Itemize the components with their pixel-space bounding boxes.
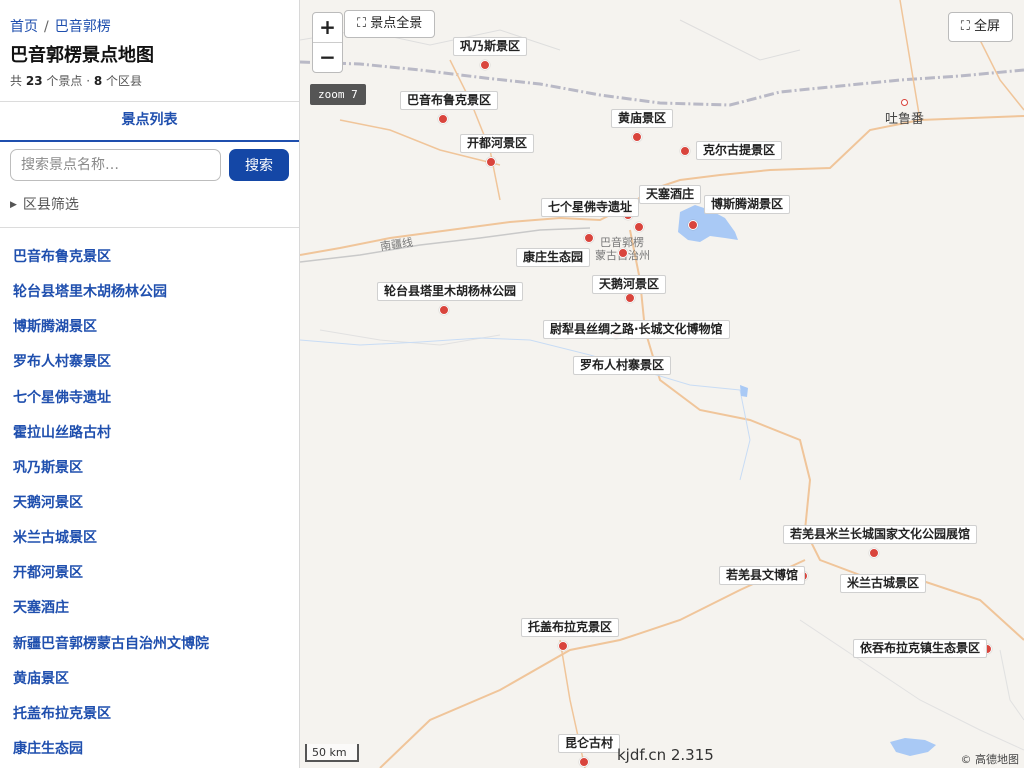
place-list-item[interactable]: 巴音布鲁克景区 — [0, 240, 299, 275]
map-marker[interactable] — [618, 248, 628, 258]
map-label[interactable]: 黄庙景区 — [611, 109, 674, 128]
breadcrumb-separator: / — [44, 19, 49, 35]
map-marker[interactable] — [486, 157, 496, 167]
spot-unit: 个景点 · — [46, 74, 91, 88]
stats-prefix: 共 — [10, 74, 23, 88]
place-list-item[interactable]: 开都河景区 — [0, 556, 299, 591]
zoom-control: + − — [312, 12, 343, 73]
map-marker[interactable] — [625, 293, 635, 303]
place-list-item[interactable]: 天鹅河景区 — [0, 486, 299, 521]
map-marker[interactable] — [688, 220, 698, 230]
map-label[interactable]: 克尔古提景区 — [696, 141, 783, 160]
county-unit: 个区县 — [106, 74, 143, 88]
county-count: 8 — [93, 74, 103, 88]
zoom-out-button[interactable]: − — [313, 43, 342, 73]
map-marker[interactable] — [438, 114, 448, 124]
map-label[interactable]: 米兰古城景区 — [840, 574, 927, 593]
sidebar: 首页 / 巴音郭楞 巴音郭楞景点地图 共 23 个景点 · 8 个区县 景点列表 搜… — [0, 0, 300, 768]
place-list-item[interactable]: 康庄生态园 — [0, 732, 299, 767]
map-marker[interactable] — [869, 548, 879, 558]
place-list-item[interactable]: 轮台县塔里木胡杨林公园 — [0, 275, 299, 310]
map-label[interactable]: 若羌县米兰长城国家文化公园展馆 — [783, 525, 978, 544]
overview-button[interactable]: ⛶ 景点全景 — [344, 10, 436, 38]
map-label[interactable]: 依吞布拉克镇生态景区 — [853, 639, 988, 658]
map-marker[interactable] — [558, 641, 568, 651]
fullscreen-button[interactable]: ⛶ 全屏 — [947, 12, 1013, 42]
zoom-in-button[interactable]: + — [313, 13, 342, 43]
map-label[interactable]: 博斯腾湖景区 — [704, 195, 791, 214]
stats-summary: 共 23 个景点 · 8 个区县 — [10, 72, 142, 89]
map-label[interactable]: 尉犁县丝绸之路·长城文化博物馆 — [543, 320, 730, 339]
breadcrumb: 首页 / 巴音郭楞 — [10, 16, 111, 36]
city-marker — [900, 98, 908, 106]
map-marker[interactable] — [439, 305, 449, 315]
zoom-level-badge: zoom 7 — [310, 84, 366, 105]
county-filter-toggle[interactable]: ▶ 区县筛选 — [10, 194, 79, 214]
map-marker[interactable] — [480, 60, 490, 70]
map-canvas[interactable]: + − ⛶ 景点全景 ⛶ 全屏 zoom 7 南疆线 吐鲁番 巴音郭楞 蒙古自治… — [300, 0, 1024, 768]
place-list-item[interactable]: 巩乃斯景区 — [0, 451, 299, 486]
divider — [0, 227, 299, 228]
search-button[interactable]: 搜索 — [229, 149, 289, 181]
place-list-item[interactable]: 天塞酒庄 — [0, 591, 299, 626]
map-marker[interactable] — [680, 146, 690, 156]
map-marker[interactable] — [632, 132, 642, 142]
map-label[interactable]: 轮台县塔里木胡杨林公园 — [377, 282, 524, 301]
page-title: 巴音郭楞景点地图 — [10, 45, 154, 66]
map-label[interactable]: 若羌县文博馆 — [719, 566, 806, 585]
map-label[interactable]: 天塞酒庄 — [639, 185, 702, 204]
city-label: 吐鲁番 — [885, 112, 925, 127]
map-attribution: © 高德地图 — [960, 753, 1020, 766]
scale-bar: 50 km — [305, 744, 359, 762]
tab-place-list[interactable]: 景点列表 — [0, 102, 299, 142]
breadcrumb-current-link[interactable]: 巴音郭楞 — [55, 19, 111, 35]
place-list-item[interactable]: 霍拉山丝路古村 — [0, 416, 299, 451]
map-label[interactable]: 天鹅河景区 — [592, 275, 667, 294]
map-label[interactable]: 托盖布拉克景区 — [521, 618, 620, 637]
map-label[interactable]: 康庄生态园 — [516, 248, 591, 267]
place-list-item[interactable]: 七个星佛寺遗址 — [0, 381, 299, 416]
breadcrumb-home-link[interactable]: 首页 — [10, 19, 38, 35]
caret-right-icon: ▶ — [10, 200, 17, 210]
place-list-item[interactable]: 罗布人村寨景区 — [0, 345, 299, 380]
place-list-item[interactable]: 博斯腾湖景区 — [0, 310, 299, 345]
place-list: 巴音布鲁克景区 轮台县塔里木胡杨林公园 博斯腾湖景区 罗布人村寨景区 七个星佛寺… — [0, 240, 299, 767]
watermark: kjdf.cn 2.315 — [617, 746, 714, 764]
search-input[interactable] — [10, 149, 221, 181]
map-label[interactable]: 开都河景区 — [460, 134, 535, 153]
map-marker[interactable] — [579, 757, 589, 767]
place-list-item[interactable]: 新疆巴音郭楞蒙古自治州文博院 — [0, 627, 299, 662]
map-label[interactable]: 巴音布鲁克景区 — [400, 91, 499, 110]
county-filter-label: 区县筛选 — [22, 197, 79, 213]
place-list-item[interactable]: 米兰古城景区 — [0, 521, 299, 556]
map-label[interactable]: 巩乃斯景区 — [453, 37, 528, 56]
map-marker[interactable] — [634, 222, 644, 232]
place-list-item[interactable]: 黄庙景区 — [0, 662, 299, 697]
place-list-item[interactable]: 托盖布拉克景区 — [0, 697, 299, 732]
map-label[interactable]: 七个星佛寺遗址 — [541, 198, 640, 217]
map-marker[interactable] — [584, 233, 594, 243]
spot-count: 23 — [25, 74, 43, 88]
map-label[interactable]: 昆仑古村 — [558, 734, 621, 753]
map-label[interactable]: 罗布人村寨景区 — [573, 356, 672, 375]
